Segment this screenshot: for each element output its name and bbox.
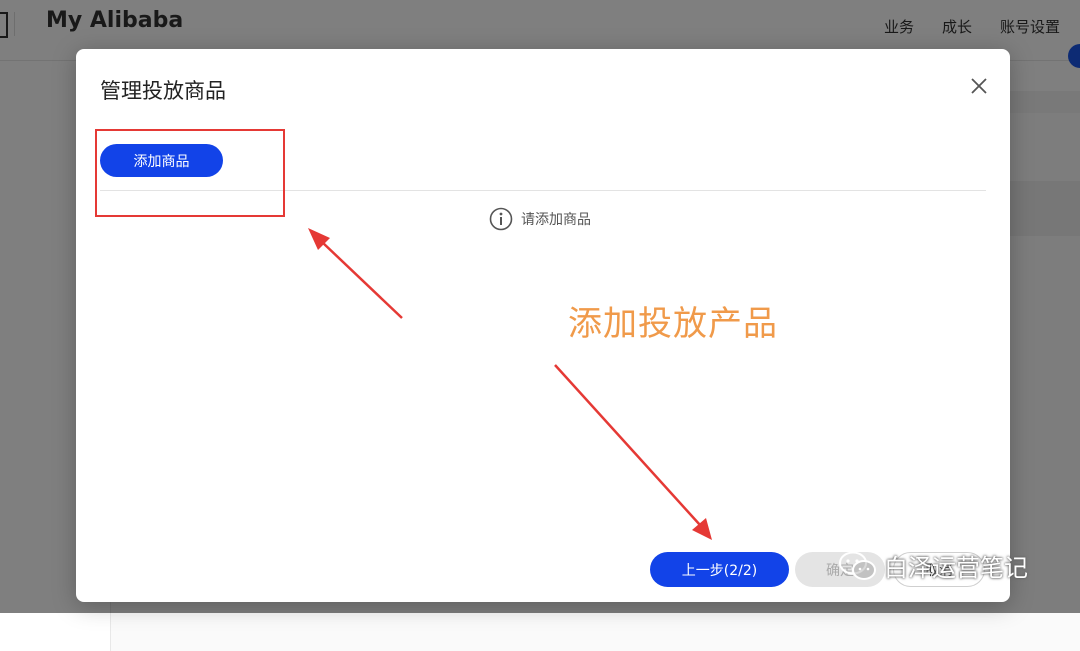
watermark: 白泽运营笔记 xyxy=(838,548,1028,583)
close-icon[interactable] xyxy=(968,75,990,97)
empty-state-text: 请添加商品 xyxy=(521,212,591,228)
watermark-text: 白泽运营笔记 xyxy=(884,554,1028,582)
annotation-label: 添加投放产品 xyxy=(568,304,778,344)
annotation-highlight-box xyxy=(95,129,285,217)
previous-step-button[interactable]: 上一步(2/2) xyxy=(650,552,789,587)
wechat-icon xyxy=(839,551,876,580)
info-icon xyxy=(489,207,513,231)
modal-title: 管理投放商品 xyxy=(100,79,226,103)
empty-state: 请添加商品 xyxy=(489,207,591,231)
